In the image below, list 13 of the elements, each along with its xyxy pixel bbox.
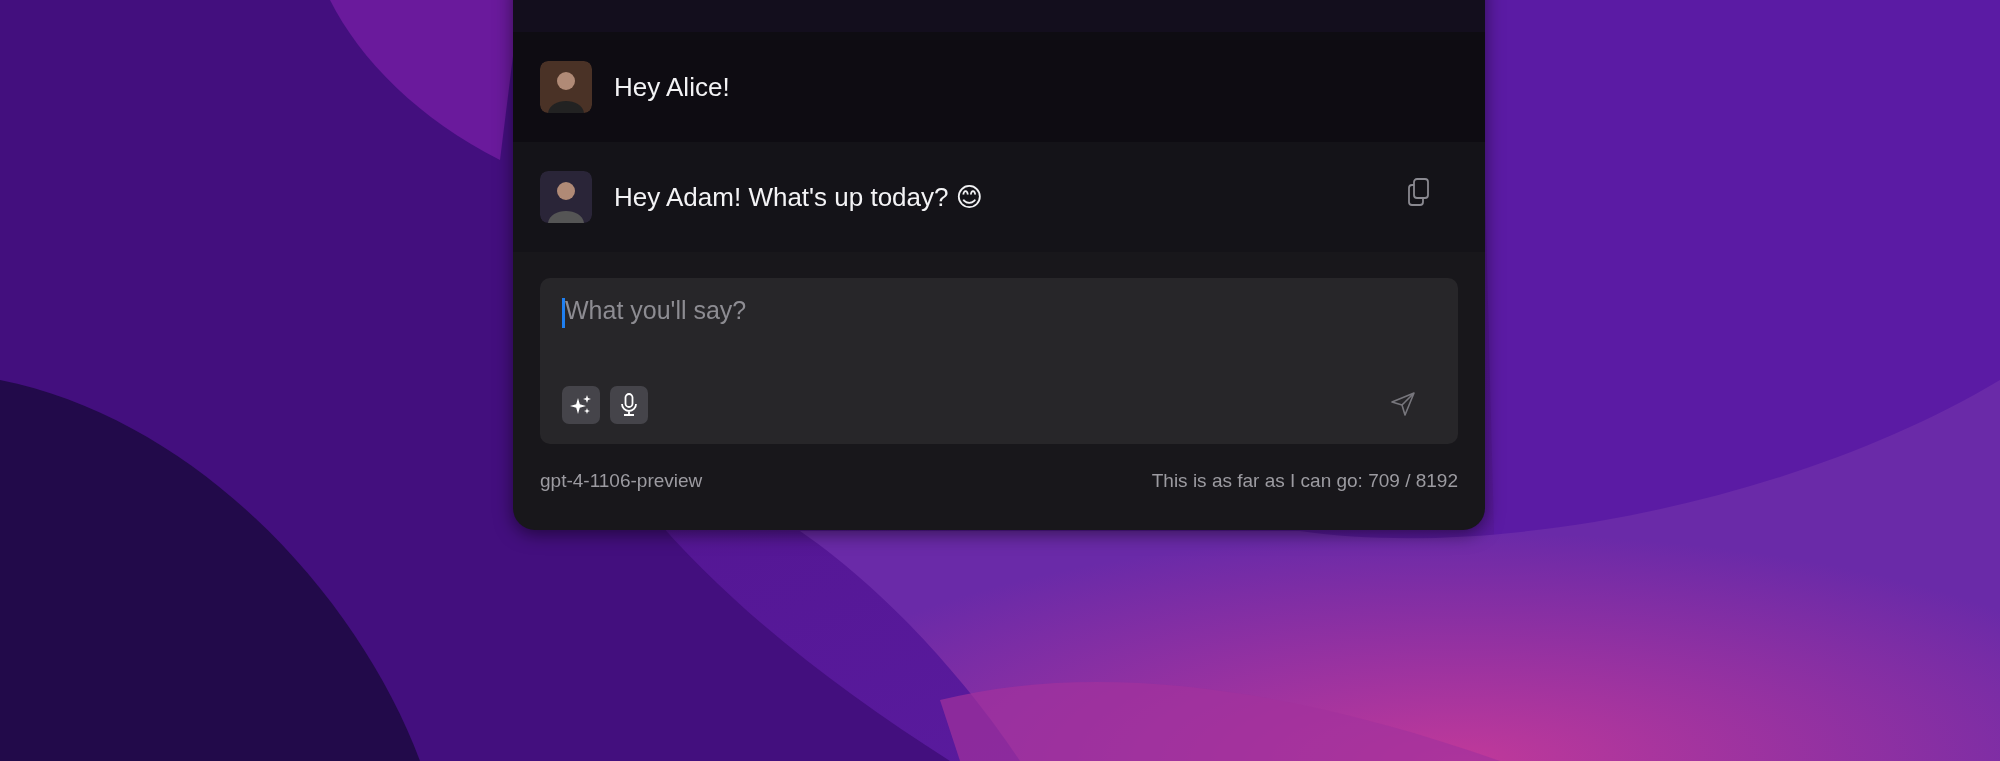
send-icon bbox=[1390, 390, 1416, 417]
model-name: gpt-4-1106-preview bbox=[540, 470, 703, 492]
avatar-icon bbox=[540, 171, 592, 223]
microphone-icon bbox=[618, 393, 640, 417]
sparkles-button[interactable] bbox=[562, 386, 600, 424]
avatar-icon bbox=[540, 61, 592, 113]
message-text: Hey Adam! What's up today? 😊 bbox=[614, 181, 984, 213]
token-usage: This is as far as I can go: 709 / 8192 bbox=[1151, 470, 1458, 492]
message-text: Hey Alice! bbox=[614, 71, 731, 103]
text-cursor bbox=[562, 298, 565, 328]
sparkles-icon bbox=[570, 394, 592, 416]
microphone-button[interactable] bbox=[610, 386, 648, 424]
message-input[interactable]: What you'll say? bbox=[565, 296, 1436, 330]
